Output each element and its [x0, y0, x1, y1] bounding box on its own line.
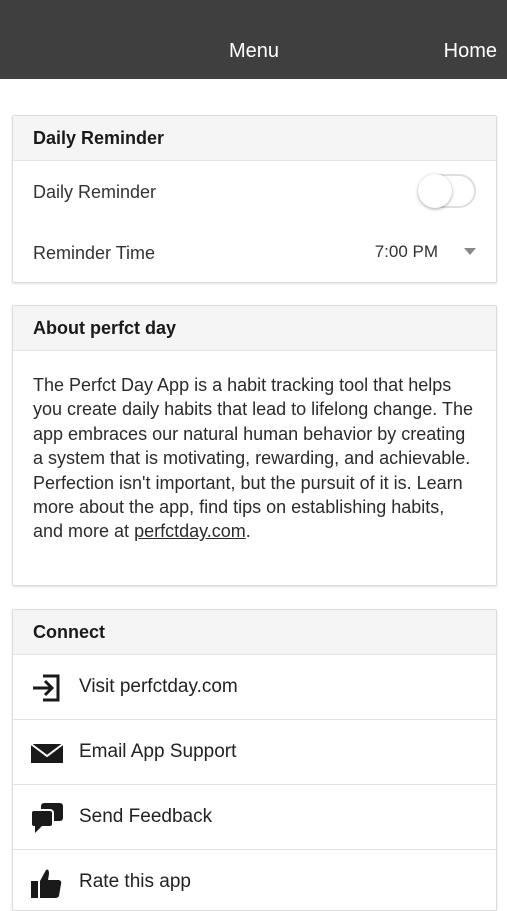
menu-button[interactable]: Menu — [229, 40, 279, 63]
email-support-item[interactable]: Email App Support — [13, 719, 496, 784]
item-label: Email App Support — [79, 741, 237, 762]
about-text: The Perfct Day App is a habit tracking t… — [33, 375, 473, 542]
visit-website-item[interactable]: Visit perfctday.com — [13, 655, 496, 719]
sign-in-icon — [30, 671, 64, 705]
about-trailing: . — [245, 521, 251, 542]
toggle-knob — [418, 174, 452, 208]
home-button[interactable]: Home — [444, 40, 497, 63]
top-nav-bar: Menu Home — [0, 0, 507, 79]
envelope-icon — [30, 736, 64, 770]
rate-app-item[interactable]: Rate this app — [13, 849, 496, 910]
daily-reminder-label: Daily Reminder — [33, 182, 157, 202]
card-header: Daily Reminder — [13, 116, 496, 161]
website-link[interactable]: perfctday.com — [134, 521, 246, 541]
reminder-time-row: Reminder Time 7:00 PM — [13, 221, 496, 281]
chat-bubbles-icon — [30, 801, 64, 835]
chevron-down-icon[interactable] — [464, 248, 476, 255]
about-description: The Perfct Day App is a habit tracking t… — [13, 351, 496, 560]
daily-reminder-card: Daily Reminder Daily Reminder Reminder T… — [12, 115, 497, 283]
daily-reminder-toggle[interactable] — [418, 174, 476, 208]
card-title: Connect — [33, 622, 105, 642]
thumbs-up-icon — [30, 866, 64, 900]
about-card: About perfct day The Perfct Day App is a… — [12, 305, 497, 586]
card-title: Daily Reminder — [33, 128, 165, 148]
item-label: Visit perfctday.com — [79, 676, 238, 697]
reminder-time-label: Reminder Time — [33, 243, 156, 263]
send-feedback-item[interactable]: Send Feedback — [13, 784, 496, 849]
connect-card: Connect Visit perfctday.com Email App Su… — [12, 609, 497, 911]
item-label: Rate this app — [79, 871, 191, 892]
reminder-time-select[interactable]: 7:00 PM — [375, 242, 438, 262]
card-title: About perfct day — [33, 318, 177, 338]
card-header: About perfct day — [13, 306, 496, 351]
card-header: Connect — [13, 610, 496, 655]
daily-reminder-row: Daily Reminder — [13, 161, 496, 221]
item-label: Send Feedback — [79, 806, 213, 827]
